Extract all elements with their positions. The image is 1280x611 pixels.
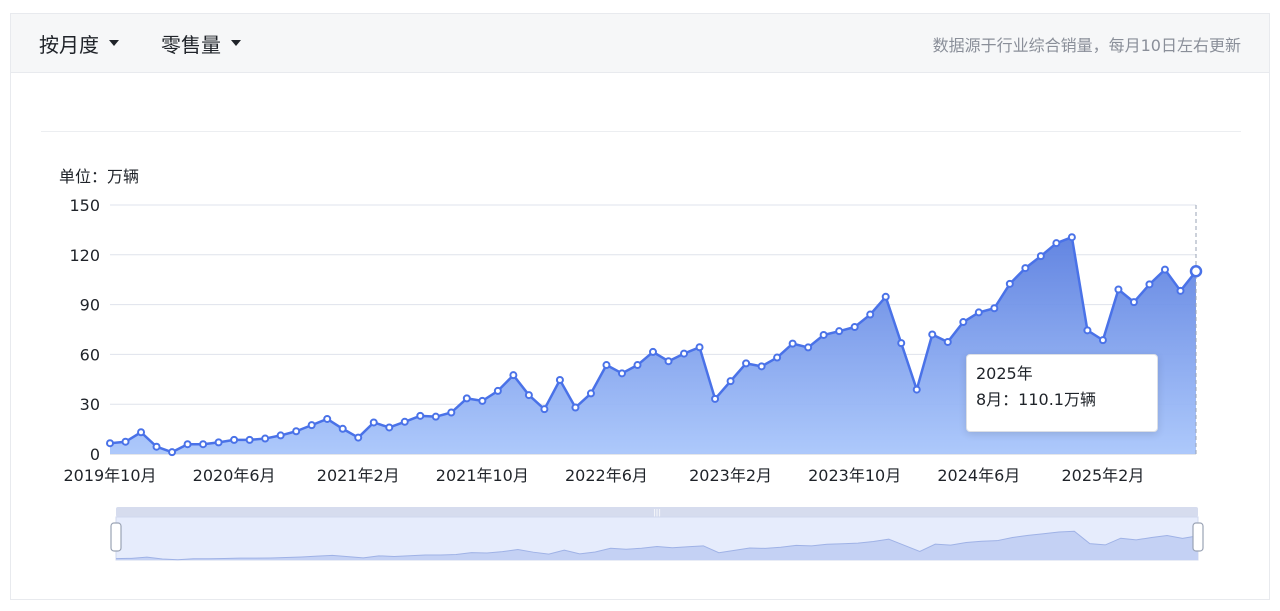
data-point[interactable]	[726, 377, 735, 386]
data-point[interactable]	[1160, 265, 1169, 274]
data-point[interactable]	[323, 414, 332, 423]
zoom-left-handle[interactable]	[110, 522, 122, 552]
data-point[interactable]	[1083, 326, 1092, 335]
data-point[interactable]	[664, 357, 673, 366]
data-point[interactable]	[586, 389, 595, 398]
data-point[interactable]	[1067, 233, 1076, 242]
x-tick-label: 2025年2月	[1061, 466, 1144, 485]
data-point[interactable]	[524, 391, 533, 400]
data-point[interactable]	[1036, 252, 1045, 261]
data-point[interactable]	[602, 361, 611, 370]
data-point[interactable]	[183, 440, 192, 449]
data-point[interactable]	[835, 327, 844, 336]
data-point[interactable]	[974, 308, 983, 317]
x-tick-label: 2020年6月	[193, 466, 276, 485]
x-tick-label: 2023年10月	[808, 466, 901, 485]
data-point[interactable]	[1021, 264, 1030, 273]
data-point[interactable]	[338, 424, 347, 433]
data-point[interactable]	[649, 347, 657, 356]
data-point[interactable]	[152, 442, 161, 451]
data-point[interactable]	[385, 423, 394, 432]
data-point[interactable]	[850, 323, 859, 332]
data-point[interactable]	[680, 349, 689, 358]
y-tick-label: 150	[69, 196, 100, 215]
x-tick-label: 2019年10月	[63, 466, 156, 485]
data-point[interactable]	[431, 412, 440, 421]
data-point[interactable]	[354, 433, 363, 442]
data-point[interactable]	[540, 405, 549, 414]
data-point[interactable]	[555, 375, 564, 384]
y-tick-label: 120	[69, 246, 100, 265]
zoom-right-handle[interactable]	[1192, 522, 1204, 552]
data-point[interactable]	[199, 440, 208, 449]
data-point[interactable]	[261, 434, 270, 443]
data-point[interactable]	[369, 418, 378, 427]
x-tick-label: 2023年2月	[689, 466, 772, 485]
data-point[interactable]	[276, 431, 285, 440]
data-point[interactable]	[757, 362, 766, 371]
data-point[interactable]	[928, 330, 937, 339]
tooltip-value: 8月：110.1万辆	[976, 390, 1096, 409]
data-point[interactable]	[214, 438, 223, 447]
data-point[interactable]	[1098, 336, 1107, 345]
data-point[interactable]	[788, 339, 797, 348]
data-point[interactable]	[773, 353, 782, 362]
data-point[interactable]	[617, 369, 626, 378]
x-tick-label: 2022年6月	[565, 466, 648, 485]
data-point[interactable]	[695, 343, 704, 352]
chart-tooltip: 2025年 8月：110.1万辆	[966, 354, 1158, 432]
data-point[interactable]	[493, 386, 502, 395]
data-point[interactable]	[137, 428, 146, 437]
tooltip-year: 2025年	[976, 364, 1033, 383]
data-point[interactable]	[478, 396, 487, 405]
data-point[interactable]	[1114, 285, 1123, 294]
data-point[interactable]	[711, 394, 720, 403]
data-point[interactable]	[804, 343, 813, 352]
y-tick-label: 30	[80, 395, 100, 414]
data-point[interactable]	[307, 421, 316, 430]
x-tick-label: 2021年10月	[436, 466, 529, 485]
sales-area-chart[interactable]: 0 30 60 90 120 150 2019年10月 2020年6月 2021年2月 2021年…	[0, 0, 1280, 611]
data-point[interactable]	[990, 304, 999, 313]
x-tick-label: 2021年2月	[317, 466, 400, 485]
data-point[interactable]	[742, 359, 751, 368]
y-tick-label: 0	[90, 445, 100, 464]
data-point[interactable]	[819, 330, 828, 339]
data-point[interactable]	[292, 427, 301, 436]
data-point[interactable]	[462, 394, 471, 403]
x-tick-label: 2024年6月	[937, 466, 1020, 485]
data-point[interactable]	[1129, 298, 1138, 307]
data-point[interactable]	[230, 435, 239, 444]
data-point[interactable]	[509, 371, 518, 380]
data-point[interactable]	[943, 337, 952, 346]
data-point[interactable]	[866, 310, 875, 319]
data-point[interactable]	[1005, 279, 1014, 288]
highlighted-data-point[interactable]	[1189, 264, 1203, 278]
zoom-grip-icon: |||	[653, 508, 661, 517]
y-tick-label: 90	[80, 296, 100, 315]
data-point[interactable]	[121, 437, 130, 446]
data-point[interactable]	[106, 439, 114, 448]
data-point[interactable]	[571, 403, 580, 412]
data-point[interactable]	[1176, 286, 1185, 295]
data-point[interactable]	[447, 408, 456, 417]
data-point[interactable]	[1052, 239, 1061, 248]
data-point[interactable]	[168, 448, 177, 457]
data-point[interactable]	[416, 411, 425, 420]
data-point[interactable]	[959, 318, 968, 327]
data-point[interactable]	[400, 417, 409, 426]
data-point[interactable]	[912, 385, 921, 394]
data-point[interactable]	[245, 435, 254, 444]
data-point[interactable]	[881, 292, 890, 301]
y-tick-label: 60	[80, 345, 100, 364]
data-point[interactable]	[633, 361, 642, 370]
data-point[interactable]	[897, 339, 906, 348]
data-point[interactable]	[1145, 280, 1154, 289]
